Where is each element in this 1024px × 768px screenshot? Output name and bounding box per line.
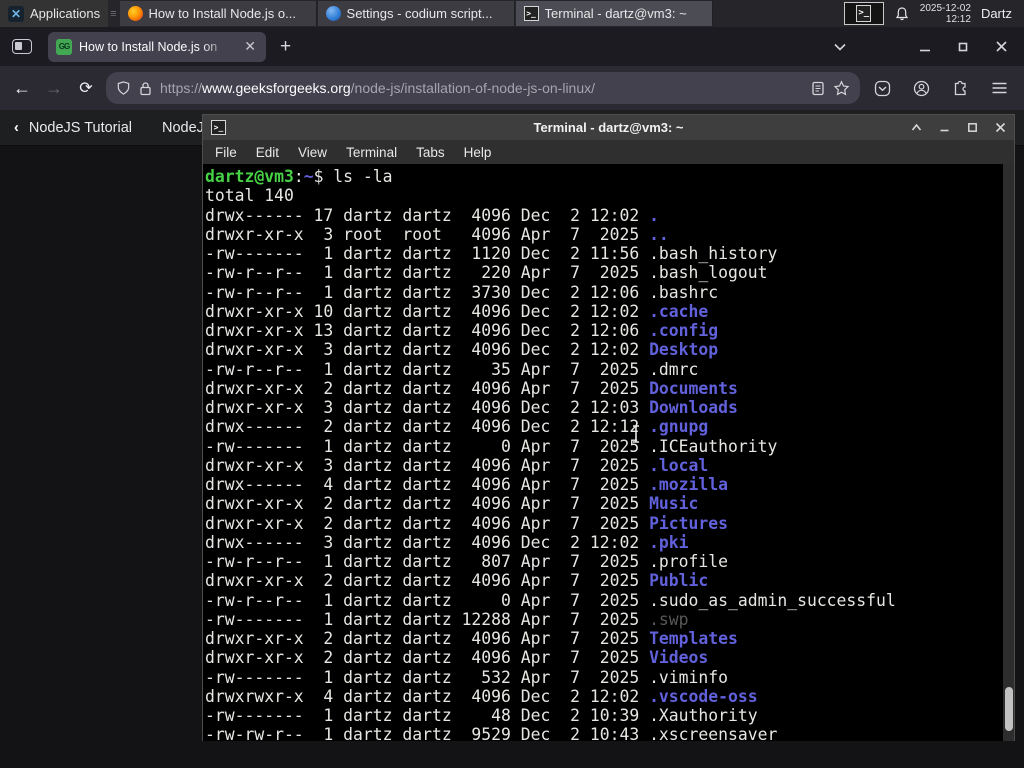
- maximize-button[interactable]: [957, 41, 969, 53]
- browser-toolbar: ← → ⟳ https://www.geeksforgeeks.org/node…: [0, 66, 1024, 110]
- minimize-button[interactable]: [919, 41, 931, 53]
- lock-icon[interactable]: [139, 81, 152, 96]
- close-window-button[interactable]: [995, 122, 1006, 133]
- terminal-listing-row: -rw-r--r-- 1 dartz dartz 220 Apr 7 2025 …: [205, 263, 768, 283]
- terminal-prompt-line: dartz@vm3:~$ ls -la: [205, 167, 393, 186]
- terminal-output[interactable]: dartz@vm3:~$ ls -la total 140 drwx------…: [203, 164, 1014, 741]
- terminal-listing-row: drwxrwxr-x 4 dartz dartz 4096 Dec 2 12:0…: [205, 686, 758, 706]
- distro-logo-icon: ✕: [8, 5, 24, 22]
- reload-button[interactable]: ⟳: [70, 78, 102, 98]
- url-bar[interactable]: https://www.geeksforgeeks.org/node-js/in…: [106, 72, 860, 104]
- taskbar-window-button[interactable]: Settings - codium script...: [317, 1, 515, 26]
- terminal-menu-file[interactable]: File: [215, 145, 237, 160]
- nav-link-nodejs-tutorial[interactable]: NodeJS Tutorial: [29, 120, 132, 136]
- terminal-file-listing: drwx------ 17 dartz dartz 4096 Dec 2 12:…: [205, 206, 1014, 742]
- clock-time: 12:12: [945, 13, 971, 25]
- firefox-view-icon[interactable]: [12, 39, 32, 54]
- terminal-scrollbar-thumb[interactable]: [1004, 687, 1013, 731]
- maximize-button[interactable]: [967, 122, 978, 133]
- terminal-menu-tabs[interactable]: Tabs: [416, 145, 445, 160]
- forward-button[interactable]: →: [38, 78, 70, 99]
- terminal-listing-row: drwxr-xr-x 3 dartz dartz 4096 Apr 7 2025…: [205, 455, 709, 475]
- tab-active[interactable]: GG How to Install Node.js on ✕: [48, 31, 266, 62]
- terminal-total-line: total 140: [205, 186, 294, 206]
- panel-handle: ≡: [110, 7, 117, 20]
- terminal-listing-row: -rw------- 1 dartz dartz 12288 Apr 7 202…: [205, 609, 689, 629]
- taskbar-window-button[interactable]: How to Install Node.js o...: [119, 1, 317, 26]
- extensions-puzzle-icon[interactable]: [952, 80, 969, 97]
- terminal-listing-row: -rw-r--r-- 1 dartz dartz 807 Apr 7 2025 …: [205, 552, 729, 571]
- terminal-listing-row: drwxr-xr-x 10 dartz dartz 4096 Dec 2 12:…: [205, 301, 709, 321]
- user-menu[interactable]: Dartz: [981, 6, 1016, 21]
- applications-label: Applications: [30, 6, 101, 21]
- tracking-shield-icon[interactable]: [116, 80, 131, 96]
- terminal-listing-row: -rw-r--r-- 1 dartz dartz 35 Apr 7 2025 .…: [205, 359, 699, 379]
- terminal-title-bar[interactable]: >_ Terminal - dartz@vm3: ~: [203, 115, 1014, 140]
- terminal-listing-row: -rw------- 1 dartz dartz 48 Dec 2 10:39 …: [205, 706, 758, 725]
- browser-tab-bar: GG How to Install Node.js on ✕ +: [0, 27, 1024, 66]
- terminal-listing-row: drwxr-xr-x 3 dartz dartz 4096 Dec 2 12:0…: [205, 398, 738, 417]
- taskbar-window-button[interactable]: >_ Terminal - dartz@vm3: ~: [515, 1, 713, 26]
- terminal-window: >_ Terminal - dartz@vm3: ~ File Edit View T…: [202, 114, 1015, 741]
- terminal-listing-row: drwxr-xr-x 2 dartz dartz 4096 Apr 7 2025…: [205, 494, 699, 514]
- terminal-listing-row: drwx------ 2 dartz dartz 4096 Dec 2 12:1…: [205, 417, 709, 437]
- menu-hamburger-icon[interactable]: [991, 81, 1008, 95]
- terminal-listing-row: -rw-rw-r-- 1 dartz dartz 9529 Dec 2 10:4…: [205, 725, 778, 741]
- terminal-scrollbar[interactable]: [1003, 164, 1014, 741]
- url-text: https://www.geeksforgeeks.org/node-js/in…: [160, 80, 596, 96]
- terminal-listing-row: -rw------- 1 dartz dartz 0 Apr 7 2025 .I…: [205, 436, 778, 456]
- minimize-button[interactable]: [939, 123, 950, 132]
- taskbar-window-title: Terminal - dartz@vm3: ~: [544, 6, 687, 21]
- new-tab-button[interactable]: +: [280, 36, 291, 58]
- terminal-icon: >_: [856, 5, 872, 22]
- clock-date: 2025-12-02: [919, 2, 971, 14]
- workspace-pager[interactable]: >_: [843, 2, 884, 25]
- pocket-icon[interactable]: [874, 80, 891, 97]
- back-button[interactable]: ←: [6, 78, 38, 99]
- firefox-icon: [127, 6, 143, 21]
- notification-bell-icon[interactable]: [894, 6, 910, 22]
- terminal-listing-row: drwx------ 17 dartz dartz 4096 Dec 2 12:…: [205, 205, 659, 225]
- bookmark-star-icon[interactable]: [833, 79, 850, 97]
- terminal-menu-edit[interactable]: Edit: [256, 145, 279, 160]
- taskbar: ✕ Applications ≡ How to Install Node.js …: [0, 0, 1024, 27]
- terminal-listing-row: drwxr-xr-x 2 dartz dartz 4096 Apr 7 2025…: [205, 513, 729, 533]
- tab-close-icon[interactable]: ✕: [242, 38, 258, 55]
- terminal-listing-row: drwxr-xr-x 2 dartz dartz 4096 Apr 7 2025…: [205, 571, 709, 591]
- terminal-listing-row: drwxr-xr-x 3 dartz dartz 4096 Dec 2 12:0…: [205, 340, 719, 360]
- terminal-listing-row: -rw------- 1 dartz dartz 532 Apr 7 2025 …: [205, 667, 729, 687]
- terminal-listing-row: -rw-r--r-- 1 dartz dartz 0 Apr 7 2025 .s…: [205, 590, 896, 610]
- terminal-menu-help[interactable]: Help: [464, 145, 492, 160]
- terminal-listing-row: drwxr-xr-x 2 dartz dartz 4096 Apr 7 2025…: [205, 629, 738, 648]
- terminal-listing-row: -rw------- 1 dartz dartz 1120 Dec 2 11:5…: [205, 244, 778, 263]
- close-window-button[interactable]: [995, 40, 1008, 53]
- codium-icon: [325, 6, 341, 21]
- shade-window-icon[interactable]: [911, 123, 922, 132]
- terminal-listing-row: drwx------ 4 dartz dartz 4096 Apr 7 2025…: [205, 475, 729, 494]
- list-tabs-chevron-icon[interactable]: [833, 42, 847, 52]
- terminal-listing-row: drwxr-xr-x 2 dartz dartz 4096 Apr 7 2025…: [205, 648, 709, 668]
- terminal-icon: >_: [523, 6, 539, 21]
- terminal-menu-terminal[interactable]: Terminal: [346, 145, 397, 160]
- geeksforgeeks-favicon: GG: [56, 38, 72, 55]
- taskbar-window-title: Settings - codium script...: [346, 6, 493, 21]
- terminal-listing-row: drwxr-xr-x 3 root root 4096 Apr 7 2025 .…: [205, 224, 669, 244]
- mouse-cursor-ibeam: [633, 425, 639, 443]
- taskbar-window-title: How to Install Node.js o...: [148, 6, 296, 21]
- terminal-listing-row: drwxr-xr-x 13 dartz dartz 4096 Dec 2 12:…: [205, 321, 719, 340]
- nav-scroll-left-icon[interactable]: ‹: [14, 120, 19, 136]
- account-icon[interactable]: [913, 80, 930, 97]
- terminal-menu-view[interactable]: View: [298, 145, 327, 160]
- terminal-title: Terminal - dartz@vm3: ~: [533, 120, 684, 135]
- applications-menu-button[interactable]: ✕ Applications: [0, 0, 109, 27]
- taskbar-window-list: How to Install Node.js o... Settings - co…: [119, 0, 714, 27]
- terminal-menu-bar: File Edit View Terminal Tabs Help: [203, 140, 1014, 164]
- clock[interactable]: 2025-12-02 12:12: [920, 3, 971, 25]
- terminal-listing-row: drwx------ 3 dartz dartz 4096 Dec 2 12:0…: [205, 532, 689, 552]
- terminal-listing-row: drwxr-xr-x 2 dartz dartz 4096 Apr 7 2025…: [205, 378, 738, 398]
- terminal-icon: >_: [211, 120, 226, 135]
- terminal-listing-row: -rw-r--r-- 1 dartz dartz 3730 Dec 2 12:0…: [205, 282, 719, 302]
- tab-title: How to Install Node.js on: [79, 39, 218, 54]
- reader-view-icon[interactable]: [811, 81, 825, 96]
